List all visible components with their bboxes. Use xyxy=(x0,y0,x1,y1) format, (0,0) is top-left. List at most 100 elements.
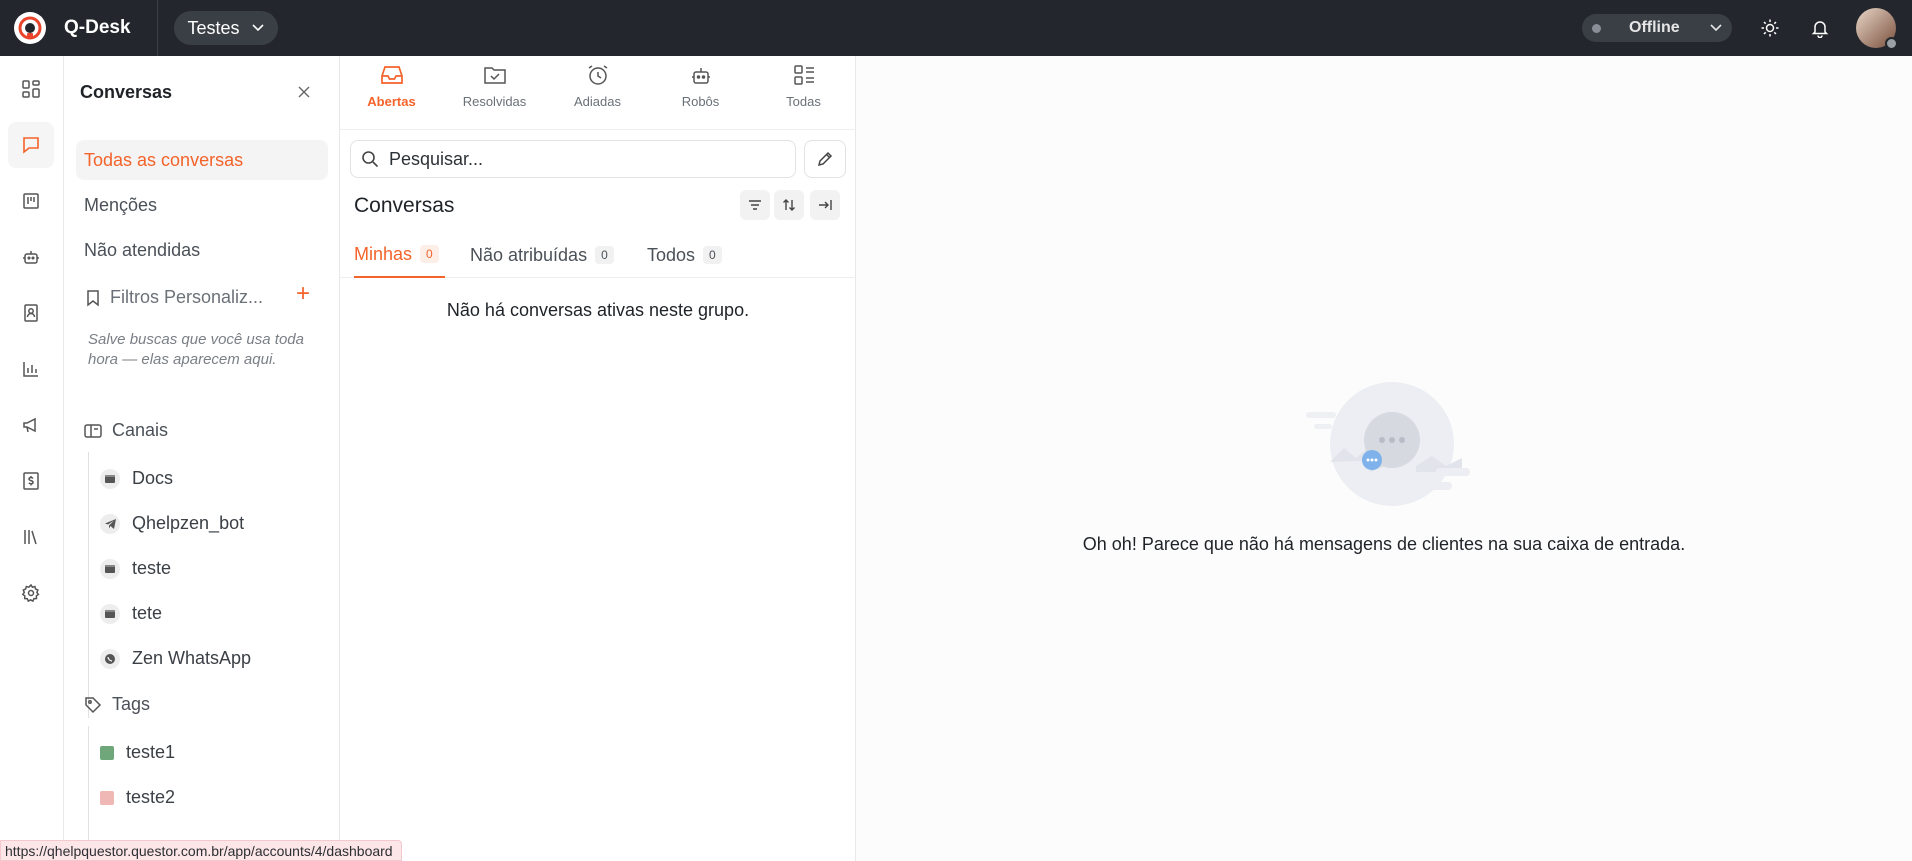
subtab-label: Todos xyxy=(647,244,696,265)
filters-hint: Salve buscas que você usa toda hora — el… xyxy=(88,331,304,368)
sort-arrows-icon xyxy=(783,199,795,211)
billing-dollar-icon[interactable] xyxy=(8,458,54,504)
sidebar-item-unattended[interactable]: Não atendidas xyxy=(76,230,328,270)
custom-filters-section[interactable]: Filtros Personaliz... xyxy=(86,287,263,308)
settings-gear-icon[interactable] xyxy=(8,570,54,616)
app-logo-icon[interactable] xyxy=(14,12,46,44)
tag-color-swatch xyxy=(100,790,114,805)
count-badge: 0 xyxy=(703,246,722,264)
status-tabs: Abertas Resolvidas Adiadas Robôs Todas xyxy=(340,56,856,130)
count-badge: 0 xyxy=(420,245,439,263)
conversations-icon[interactable] xyxy=(8,122,54,168)
library-books-icon[interactable] xyxy=(8,514,54,560)
tags-label: Tags xyxy=(112,694,151,714)
whatsapp-icon xyxy=(100,648,120,669)
tag-label: teste1 xyxy=(126,742,176,762)
subtab-mine[interactable]: Minhas 0 xyxy=(354,232,445,278)
tag-item-teste2[interactable]: teste2 xyxy=(100,787,175,808)
web-widget-icon xyxy=(100,558,120,579)
chevron-down-icon xyxy=(251,24,264,32)
availability-selector[interactable]: Offline xyxy=(1582,14,1732,42)
empty-inbox-illustration-icon xyxy=(1306,382,1470,506)
tags-tree-line xyxy=(88,726,89,854)
bot-icon[interactable] xyxy=(8,234,54,280)
subtab-unassigned[interactable]: Não atribuídas 0 xyxy=(470,232,614,278)
topbar-actions: Offline xyxy=(1582,8,1912,50)
telegram-icon xyxy=(100,513,120,534)
tag-item-teste1[interactable]: teste1 xyxy=(100,742,175,763)
tab-open[interactable]: Abertas xyxy=(340,64,443,109)
arrow-to-right-icon xyxy=(819,200,832,210)
inbox-icon xyxy=(380,66,403,84)
conversation-view: Oh oh! Parece que não há mensagens de cl… xyxy=(856,56,1912,861)
channel-label: Qhelpzen_bot xyxy=(132,513,245,533)
app-name: Q-Desk xyxy=(64,17,131,38)
sidebar-item-label: Todas as conversas xyxy=(84,149,244,170)
new-conversation-button[interactable] xyxy=(804,140,846,178)
bookmark-icon xyxy=(87,289,99,307)
link-preview-statusbar: https://qhelpquestor.questor.com.br/app/… xyxy=(0,840,402,861)
channel-label: Zen WhatsApp xyxy=(132,648,252,668)
contacts-icon[interactable] xyxy=(8,290,54,336)
reports-chart-icon[interactable] xyxy=(8,346,54,392)
custom-filters-label: Filtros Personaliz... xyxy=(110,287,264,307)
workspace-selector[interactable]: Testes xyxy=(173,11,278,45)
campaigns-megaphone-icon[interactable] xyxy=(8,402,54,448)
channel-label: Docs xyxy=(132,468,174,488)
tab-resolved[interactable]: Resolvidas xyxy=(443,64,546,109)
empty-inbox-message: Oh oh! Parece que não há mensagens de cl… xyxy=(1082,534,1686,554)
channel-item-teste[interactable]: teste xyxy=(100,558,171,579)
channel-item-zen-whatsapp[interactable]: Zen WhatsApp xyxy=(100,648,251,669)
tag-icon xyxy=(85,696,102,713)
chevron-down-icon xyxy=(1710,24,1722,32)
tags-section[interactable]: Tags xyxy=(84,694,150,715)
theme-toggle-sun-icon[interactable] xyxy=(1758,16,1782,40)
pencil-icon xyxy=(817,151,833,167)
tab-snoozed[interactable]: Adiadas xyxy=(546,64,649,109)
sidebar-item-all-conversations[interactable]: Todas as conversas xyxy=(76,140,328,180)
channel-item-tete[interactable]: tete xyxy=(100,603,162,624)
subtab-label: Minhas xyxy=(354,243,413,264)
tab-label: Resolvidas xyxy=(462,94,527,109)
channel-label: teste xyxy=(132,558,172,578)
filter-lines-icon xyxy=(749,200,761,210)
empty-list-message: Não há conversas ativas neste grupo. xyxy=(446,300,750,320)
sidebar-item-label: Menções xyxy=(84,194,158,215)
search-input[interactable] xyxy=(389,148,769,170)
user-avatar[interactable] xyxy=(1856,8,1898,50)
subtab-label: Não atribuídas xyxy=(470,244,588,265)
channel-item-qhelpzen-bot[interactable]: Qhelpzen_bot xyxy=(100,513,244,534)
conversation-list-panel: Abertas Resolvidas Adiadas Robôs Todas C… xyxy=(340,56,856,861)
tab-label: Adiadas xyxy=(574,94,621,109)
tab-all[interactable]: Todas xyxy=(752,64,855,109)
panel-title: Conversas xyxy=(354,194,455,217)
folder-check-icon xyxy=(483,67,506,84)
channel-item-docs[interactable]: Docs xyxy=(100,468,173,489)
search-icon xyxy=(362,151,379,168)
channels-section[interactable]: Canais xyxy=(84,420,168,441)
alarm-clock-icon xyxy=(588,65,607,85)
search-box[interactable] xyxy=(350,140,796,178)
collapse-panel-button[interactable] xyxy=(810,190,840,220)
sidebar-item-mentions[interactable]: Menções xyxy=(76,185,328,225)
topbar-divider xyxy=(156,0,158,56)
sidebar-item-label: Não atendidas xyxy=(84,239,201,260)
dashboard-icon[interactable] xyxy=(8,66,54,112)
channels-label: Canais xyxy=(112,420,169,440)
sidebar-title: Conversas xyxy=(80,82,173,102)
channel-label: tete xyxy=(132,603,163,623)
add-filter-button[interactable]: + xyxy=(296,282,310,306)
avatar-status-dot xyxy=(1885,37,1898,50)
tab-label: Robôs xyxy=(681,94,720,109)
status-dot xyxy=(1592,23,1601,33)
tab-bots[interactable]: Robôs xyxy=(649,64,752,109)
close-icon[interactable] xyxy=(294,82,314,102)
notifications-bell-icon[interactable] xyxy=(1808,16,1832,40)
kanban-icon[interactable] xyxy=(8,178,54,224)
tag-label: teste2 xyxy=(126,787,176,807)
sort-button[interactable] xyxy=(774,190,804,220)
filter-button[interactable] xyxy=(740,190,770,220)
channels-icon xyxy=(84,423,102,438)
count-badge: 0 xyxy=(595,246,614,264)
subtab-all[interactable]: Todos 0 xyxy=(647,232,722,278)
